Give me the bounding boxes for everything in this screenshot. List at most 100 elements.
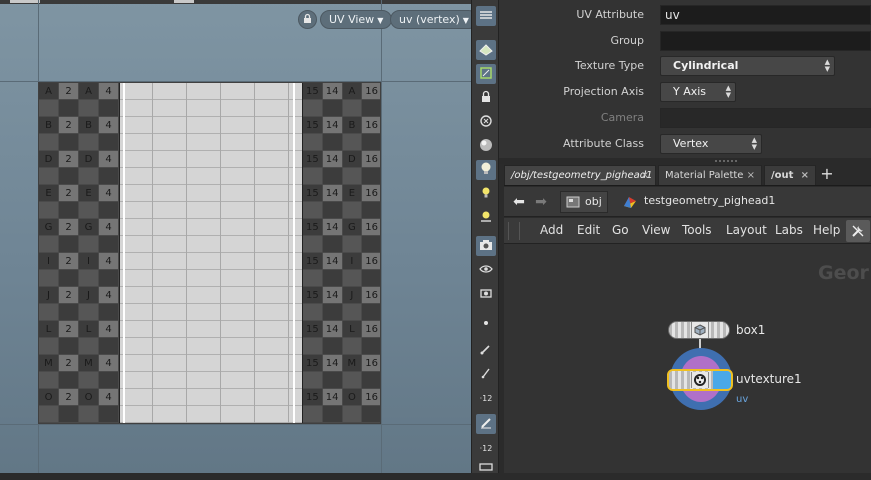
uv-checker-cell [59, 134, 79, 151]
node-box1[interactable] [668, 321, 730, 339]
node-uvtexture1[interactable] [667, 369, 733, 391]
param-label: Projection Axis [563, 85, 644, 98]
uv-checker-cell: 16 [362, 117, 380, 134]
brush-button[interactable] [476, 340, 496, 360]
network-menu-bar: Add Edit Go View Tools Layout Labs Help [504, 218, 871, 244]
close-icon[interactable]: × [747, 166, 755, 185]
wrench-icon[interactable] [846, 220, 870, 242]
uv-checker-cell: 15 [303, 219, 323, 236]
projection-axis-menu[interactable]: Y Axis ▲ ▼ [660, 82, 736, 102]
snapshot-button[interactable] [476, 284, 496, 304]
visibility-button[interactable] [476, 260, 496, 280]
camera-button[interactable] [476, 236, 496, 256]
node-name-uvtexture1[interactable]: uvtexture1 [736, 372, 802, 386]
uv-checker-cell: M [79, 355, 99, 372]
close-icon[interactable]: × [801, 166, 809, 185]
add-tab-button[interactable]: + [817, 165, 837, 183]
uv-checker-cell: 16 [362, 83, 380, 100]
uv-checker-cell [362, 100, 380, 117]
uv-checker-cell: 4 [99, 287, 119, 304]
uv-checker-cell: 2 [59, 219, 79, 236]
uv-checker-cell: 15 [303, 321, 323, 338]
forward-arrow-icon[interactable]: ➡ [532, 193, 550, 211]
menu-edit[interactable]: Edit [577, 223, 600, 237]
menu-view[interactable]: View [642, 223, 670, 237]
tab-out[interactable]: /out × [764, 165, 816, 185]
uv-checker-cell: 15 [303, 151, 323, 168]
viewport-tab-indicator[interactable] [10, 0, 40, 3]
uv-checker-cell [322, 168, 343, 185]
menu-add[interactable]: Add [540, 223, 563, 237]
uv-checker-cell: 14 [322, 151, 343, 168]
ghost-button[interactable] [476, 112, 496, 132]
uv-checker-right: 15 14 A 16 15 14 B 16 15 14 D 16 15 14 E 16 15 14 G 16 15 14 I… [303, 83, 380, 423]
param-row-camera: Camera [499, 105, 871, 131]
texture-display-button-2[interactable] [476, 64, 496, 84]
uv-checker-cell [79, 168, 99, 185]
uv-checker-cell [59, 236, 79, 253]
uv-checker-cell [342, 134, 363, 151]
tab-material-palette[interactable]: Material Palette × [658, 165, 762, 185]
uv-checker-cell: A [342, 83, 363, 100]
back-arrow-icon[interactable]: ⬅ [510, 193, 528, 211]
pen-button[interactable] [476, 364, 496, 384]
uv-checker-cell [322, 270, 343, 287]
uv-checker-cell: 15 [303, 355, 323, 372]
uv-checker-cell: E [79, 185, 99, 202]
light-add-button[interactable] [476, 208, 496, 228]
tab-obj-path[interactable]: /obj/testgeometry_pighead1 × [504, 165, 656, 185]
uv-checker-cell: 16 [362, 389, 380, 406]
attribute-class-menu[interactable]: Vertex ▲ ▼ [660, 134, 762, 154]
menu-labs[interactable]: Labs [775, 223, 803, 237]
uv-view-menu[interactable]: UV View ▼ [320, 10, 393, 29]
uv-checker-cell [39, 202, 59, 219]
node-name-box1[interactable]: box1 [736, 323, 765, 337]
normal-count-button[interactable]: ·12 [476, 388, 496, 408]
menu-grip[interactable] [508, 222, 520, 240]
uv-checker-cell: G [79, 219, 99, 236]
texture-type-menu[interactable]: Cylindrical ▲ ▼ [660, 56, 835, 76]
menu-help[interactable]: Help [813, 223, 840, 237]
menu-layout[interactable]: Layout [726, 223, 767, 237]
uv-checker-cell: 16 [362, 287, 380, 304]
uv-checker-cell [342, 236, 363, 253]
close-icon[interactable]: × [641, 166, 649, 185]
viewport-lock-button[interactable] [298, 10, 317, 29]
network-editor[interactable]: Geor box1 uvtexture1 uv [504, 244, 871, 473]
uv-texture-square[interactable]: A2A4B2B4D2D4E2E4G2G4I2I4J2J4L2L4M2M4O2O4… [38, 82, 381, 424]
uv-checker-cell [99, 338, 119, 355]
uv-checker-cell: A [79, 83, 99, 100]
lock-camera-button[interactable] [476, 88, 496, 108]
paint-button[interactable] [476, 414, 496, 434]
uv-attribute-menu[interactable]: uv (vertex) ▼ [390, 10, 471, 29]
display-bar-button[interactable] [476, 460, 496, 480]
point-display-button[interactable] [476, 314, 496, 334]
grid-line [0, 424, 471, 425]
camera-field[interactable] [660, 108, 871, 128]
uv-viewport[interactable]: A2A4B2B4D2D4E2E4G2G4I2I4J2J4L2L4M2M4O2O4… [0, 0, 471, 473]
headlight-button[interactable] [476, 184, 496, 204]
light-bulb-button[interactable] [476, 160, 496, 180]
uv-checker-cell [59, 168, 79, 185]
uv-projected-band[interactable] [119, 83, 303, 423]
node-display-flag[interactable] [713, 371, 731, 389]
breadcrumb-obj[interactable]: obj [560, 191, 608, 213]
param-label: Texture Type [574, 59, 644, 72]
uv-checker-cell: L [79, 321, 99, 338]
vertex-count-button[interactable]: ·12 [476, 438, 496, 458]
divider-grip[interactable] [715, 160, 737, 162]
sphere-shading-button[interactable] [476, 136, 496, 156]
uv-checker-cell [39, 304, 59, 321]
display-options-button[interactable] [476, 6, 496, 26]
texture-display-button[interactable] [476, 40, 496, 60]
viewport-tab-indicator[interactable] [174, 0, 194, 3]
visibility-eye-icon [478, 261, 494, 280]
menu-tools[interactable]: Tools [682, 223, 712, 237]
viewport-tool-strip: ·12 ·12 [471, 0, 499, 473]
uv-checker-cell: J [39, 287, 59, 304]
menu-go[interactable]: Go [612, 223, 629, 237]
breadcrumb-node[interactable]: testgeometry_pighead1 [612, 191, 792, 213]
uv-attribute-field[interactable]: uv [660, 5, 871, 25]
group-field[interactable] [660, 31, 871, 51]
uv-view-menu-label: UV View [329, 13, 375, 26]
